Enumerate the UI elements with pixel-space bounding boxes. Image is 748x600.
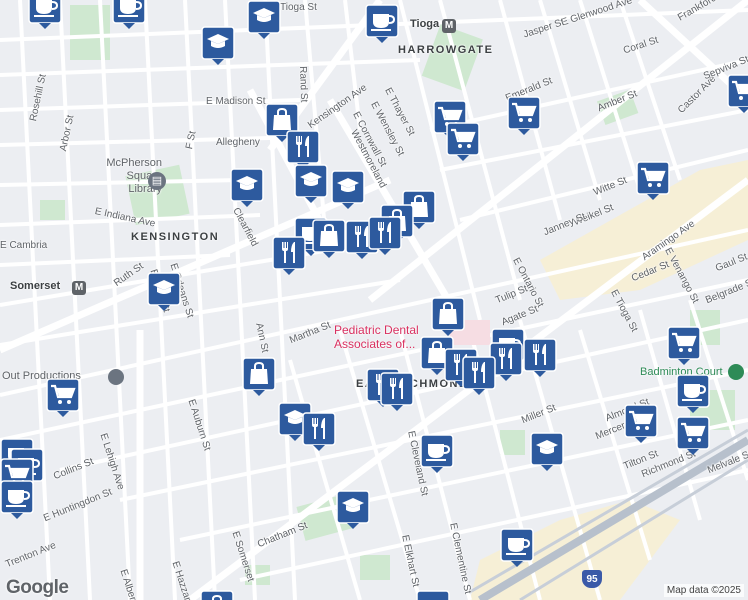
map-marker-coffee-cup[interactable] [416, 590, 450, 600]
map-marker-graduation-cap[interactable] [230, 168, 264, 208]
street-label: E Madison St [206, 96, 266, 107]
neighborhood-harrowgate: HARROWGATE [398, 44, 494, 56]
map-marker-graduation-cap[interactable] [294, 164, 328, 204]
street-label: Rand St [297, 66, 310, 103]
map-marker-graduation-cap[interactable] [147, 272, 181, 312]
map-marker-coffee-cup[interactable] [112, 0, 146, 30]
map-marker-fork-knife[interactable] [272, 236, 306, 276]
info-pin-icon[interactable] [108, 369, 124, 385]
map-marker-shopping-cart[interactable] [636, 161, 670, 201]
library-icon[interactable]: ▤ [148, 172, 166, 190]
map-marker-fork-knife[interactable] [368, 216, 402, 256]
map-marker-fork-knife[interactable] [302, 412, 336, 452]
map-marker-coffee-cup[interactable] [0, 480, 34, 520]
map-marker-coffee-cup[interactable] [420, 434, 454, 474]
map-marker-shopping-bag[interactable] [242, 357, 276, 397]
map-marker-shopping-cart[interactable] [46, 378, 80, 418]
map-marker-shopping-cart[interactable] [446, 122, 480, 162]
map-marker-shopping-cart[interactable] [507, 96, 541, 136]
map-marker-fork-knife[interactable] [380, 372, 414, 412]
map-attribution[interactable]: Map data ©2025 [663, 584, 744, 597]
somerset-station-label[interactable]: Somerset [10, 280, 60, 292]
map-marker-shopping-bag[interactable] [312, 219, 346, 259]
neighborhood-kensington: KENSINGTON [131, 231, 220, 243]
google-logo[interactable]: Google [6, 577, 69, 599]
dental-office-label[interactable]: Pediatric Dental Associates of... [334, 323, 434, 351]
map-marker-shopping-cart[interactable] [676, 416, 710, 456]
interstate-shield-icon: 95 [582, 570, 602, 588]
subway-icon[interactable]: M [442, 19, 456, 33]
map-marker-fork-knife[interactable] [462, 356, 496, 396]
map-marker-coffee-cup[interactable] [676, 374, 710, 414]
street-label: E Cambria [0, 240, 48, 251]
map-marker-shopping-cart[interactable] [667, 326, 701, 366]
map-marker-shopping-cart[interactable] [624, 404, 658, 444]
map-marker-graduation-cap[interactable] [331, 170, 365, 210]
map-marker-coffee-cup[interactable] [500, 528, 534, 568]
map-marker-coffee-cup[interactable] [28, 0, 62, 30]
map-marker-shopping-bag[interactable] [431, 297, 465, 337]
map-marker-graduation-cap[interactable] [530, 432, 564, 472]
street-label: Allegheny [216, 137, 260, 148]
map-marker-graduation-cap[interactable] [201, 26, 235, 66]
tioga-station-label[interactable]: Tioga [410, 18, 439, 30]
map-marker-shopping-cart[interactable] [727, 74, 748, 114]
map-marker-graduation-cap[interactable] [247, 0, 281, 40]
park-pin-icon[interactable] [728, 364, 744, 380]
map-marker-fork-knife[interactable] [523, 338, 557, 378]
map-marker-shopping-bag[interactable] [200, 590, 234, 600]
map-marker-coffee-cup[interactable] [365, 4, 399, 44]
map-canvas[interactable]: HARROWGATE KENSINGTON EAST RICHMOND Rand… [0, 0, 748, 600]
street-label: Tioga St [280, 2, 317, 13]
subway-icon[interactable]: M [72, 281, 86, 295]
map-marker-graduation-cap[interactable] [336, 490, 370, 530]
